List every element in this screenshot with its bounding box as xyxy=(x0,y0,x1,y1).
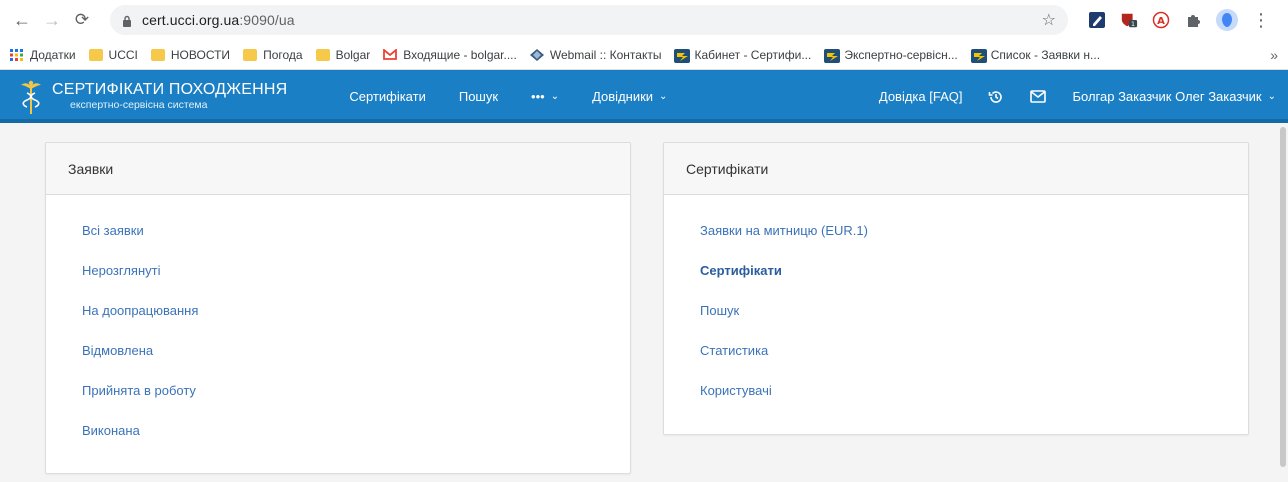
link-users[interactable]: Користувачі xyxy=(700,383,1248,423)
requests-panel: Заявки Всі заявки Нерозглянуті На доопра… xyxy=(45,142,631,474)
help-faq-link[interactable]: Довідка [FAQ] xyxy=(879,89,963,104)
caduceus-logo-icon[interactable] xyxy=(18,78,44,116)
browser-menu-icon[interactable]: ⋮ xyxy=(1252,10,1270,31)
extension-adblock-icon[interactable]: A xyxy=(1152,11,1170,29)
folder-icon xyxy=(315,48,330,61)
extensions-puzzle-icon[interactable] xyxy=(1184,11,1202,29)
bookmark-folder-bolgar[interactable]: Bolgar xyxy=(315,48,370,62)
url-text: cert.ucci.org.ua:9090/ua xyxy=(142,12,295,28)
chevron-down-icon: ⌄ xyxy=(550,91,560,102)
back-arrow-icon[interactable]: ← xyxy=(10,8,34,32)
extension-shield-icon[interactable]: 1 xyxy=(1120,11,1138,29)
user-menu[interactable]: Болгар Заказчик Олег Заказчик ⌄ xyxy=(1072,89,1276,104)
apps-grid-icon xyxy=(10,48,24,61)
top-navigation: Сертифікати Пошук ••• ⌄ Довідники ⌄ xyxy=(349,89,700,104)
bookmarks-overflow-icon[interactable]: » xyxy=(1270,47,1278,63)
header-right: Довідка [FAQ] Болгар Заказчик Олег Заказ… xyxy=(879,89,1288,105)
forward-arrow-icon[interactable]: → xyxy=(40,8,64,32)
gmail-icon xyxy=(383,47,398,61)
brand[interactable]: СЕРТИФІКАТИ ПОХОДЖЕННЯ експертно-сервісн… xyxy=(52,82,287,111)
chevron-down-icon: ⌄ xyxy=(1267,91,1276,102)
bookmark-gmail[interactable]: Входящие - bolgar.... xyxy=(383,48,517,62)
brand-subtitle: експертно-сервісна система xyxy=(70,99,208,112)
site-icon xyxy=(824,48,841,63)
link-in-progress[interactable]: Прийнята в роботу xyxy=(82,383,630,423)
extensions-area: 1 A ⋮ xyxy=(1088,9,1270,31)
link-rejected[interactable]: Відмовлена xyxy=(82,343,630,383)
nav-more-menu[interactable]: ••• ⌄ xyxy=(531,89,559,104)
certificates-panel: Сертифікати Заявки на митницю (EUR.1) Се… xyxy=(663,142,1249,435)
nav-directories[interactable]: Довідники ⌄ xyxy=(592,89,667,104)
brand-title: СЕРТИФІКАТИ ПОХОДЖЕННЯ xyxy=(52,81,288,99)
requests-links: Всі заявки Нерозглянуті На доопрацювання… xyxy=(46,195,630,463)
bookmark-expert-system[interactable]: Экспертно-сервісн... xyxy=(824,48,958,63)
bookmark-folder-novosti[interactable]: НОВОСТИ xyxy=(150,48,230,62)
folder-icon xyxy=(88,48,103,61)
chevron-down-icon: ⌄ xyxy=(659,91,668,102)
profile-avatar-icon[interactable] xyxy=(1216,9,1238,31)
page-scrollbar[interactable] xyxy=(1278,123,1288,482)
link-search[interactable]: Пошук xyxy=(700,303,1248,343)
user-name: Болгар Заказчик Олег Заказчик xyxy=(1072,89,1262,104)
bookmark-folder-ucci[interactable]: UCCI xyxy=(88,48,138,62)
app-header: СЕРТИФІКАТИ ПОХОДЖЕННЯ експертно-сервісн… xyxy=(0,70,1288,123)
link-customs-requests[interactable]: Заявки на митницю (EUR.1) xyxy=(700,223,1248,263)
folder-icon xyxy=(243,48,258,61)
site-icon xyxy=(674,48,691,63)
reload-icon[interactable]: ⟳ xyxy=(70,8,94,32)
link-statistics[interactable]: Статистика xyxy=(700,343,1248,383)
extension-pen-icon[interactable] xyxy=(1088,11,1106,29)
nav-certificates[interactable]: Сертифікати xyxy=(349,89,426,104)
bookmark-cabinet[interactable]: Кабинет - Сертифи... xyxy=(674,48,811,63)
bookmarks-bar: Додатки UCCI НОВОСТИ Погода Bolgar Входя… xyxy=(0,40,1288,70)
folder-icon xyxy=(150,48,165,61)
bookmark-requests-list[interactable]: Список - Заявки н... xyxy=(970,48,1100,63)
main-content: Заявки Всі заявки Нерозглянуті На доопра… xyxy=(0,123,1288,482)
certificates-panel-title: Сертифікати xyxy=(664,143,1248,195)
svg-text:1: 1 xyxy=(1131,21,1135,28)
lock-icon xyxy=(122,15,132,27)
link-unreviewed[interactable]: Нерозглянуті xyxy=(82,263,630,303)
history-icon[interactable] xyxy=(988,89,1004,105)
browser-toolbar: ← → ⟳ cert.ucci.org.ua:9090/ua ☆ 1 A ⋮ xyxy=(0,0,1288,40)
requests-panel-title: Заявки xyxy=(46,143,630,195)
link-certificates[interactable]: Сертифікати xyxy=(700,263,1248,303)
link-all-requests[interactable]: Всі заявки xyxy=(82,223,630,263)
scrollbar-thumb[interactable] xyxy=(1280,127,1286,467)
svg-text:A: A xyxy=(1157,16,1165,27)
bookmark-star-icon[interactable]: ☆ xyxy=(1042,10,1056,30)
site-icon xyxy=(970,48,987,63)
mail-icon[interactable] xyxy=(1030,89,1047,105)
bookmark-webmail[interactable]: Webmail :: Контакты xyxy=(529,48,661,62)
link-needs-revision[interactable]: На доопрацювання xyxy=(82,303,630,343)
more-dots-icon: ••• xyxy=(531,89,545,104)
link-completed[interactable]: Виконана xyxy=(82,423,630,463)
bookmark-apps[interactable]: Додатки xyxy=(10,48,76,62)
webmail-icon xyxy=(529,48,544,61)
address-bar[interactable]: cert.ucci.org.ua:9090/ua ☆ xyxy=(110,5,1068,35)
nav-search[interactable]: Пошук xyxy=(459,89,498,104)
certificates-links: Заявки на митницю (EUR.1) Сертифікати По… xyxy=(664,195,1248,423)
bookmark-folder-pogoda[interactable]: Погода xyxy=(243,48,303,62)
